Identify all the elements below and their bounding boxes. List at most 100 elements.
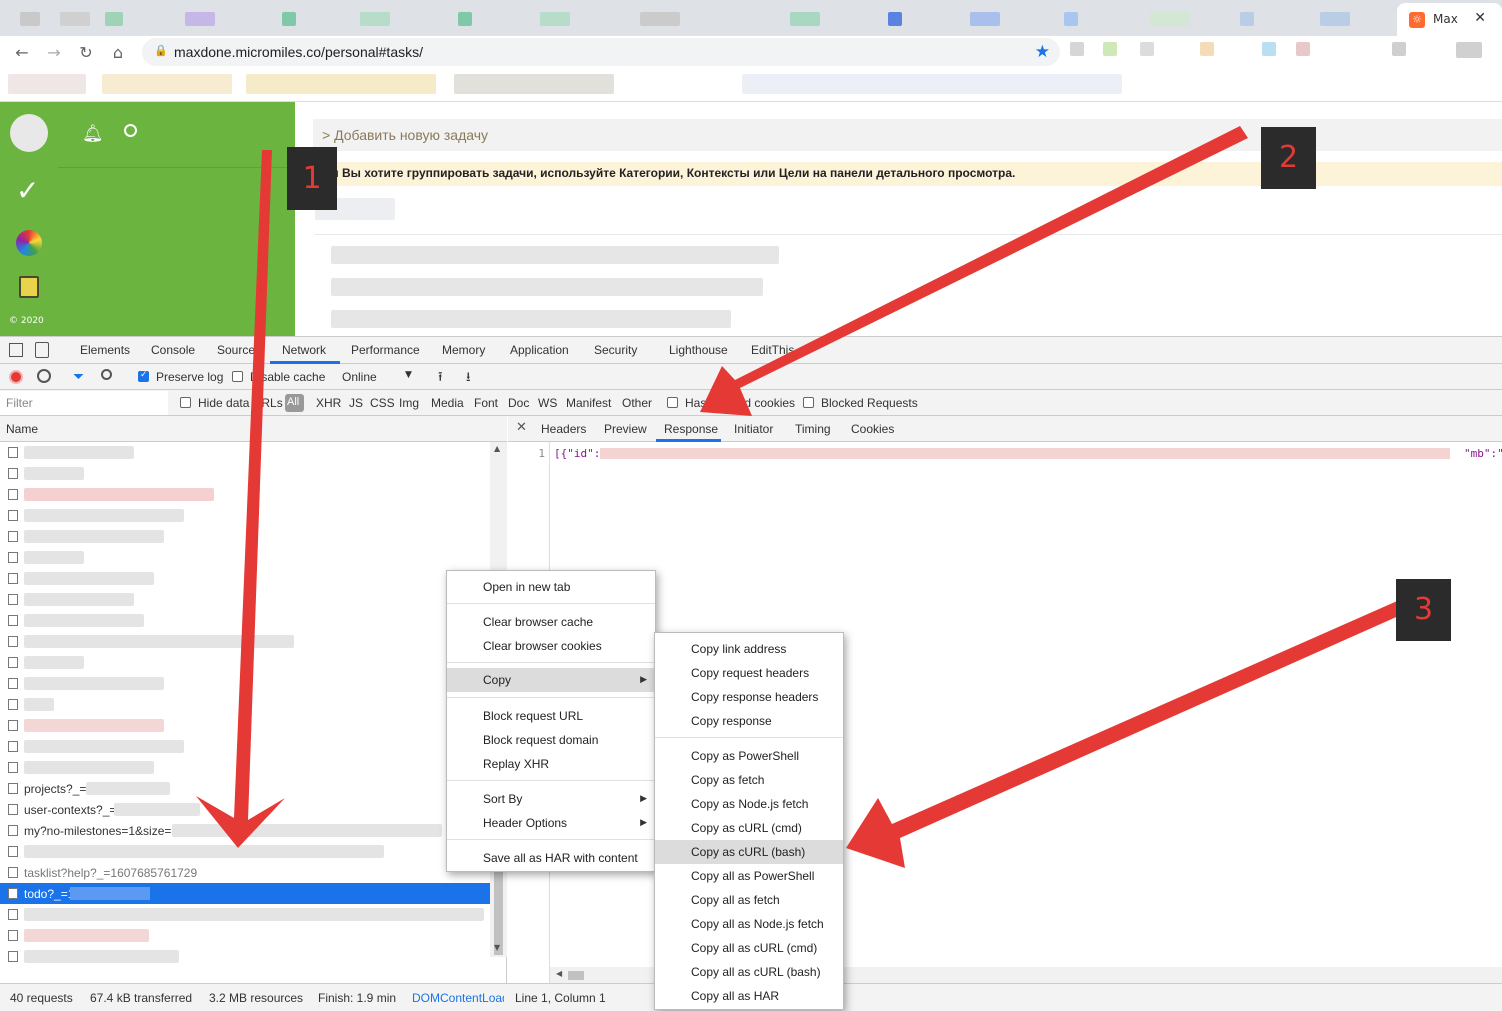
bookmark-item[interactable] [246,74,436,94]
bookmark-item[interactable] [102,74,232,94]
forward-icon[interactable]: → [43,42,65,64]
extension-icon[interactable] [1296,42,1310,56]
record-icon[interactable] [9,370,23,384]
back-icon[interactable]: ← [11,42,33,64]
inspect-element-icon[interactable] [9,343,23,357]
tab-security[interactable]: Security [594,343,637,357]
type-filter-img[interactable]: Img [399,396,419,410]
blurred-tab[interactable] [105,12,123,26]
user-avatar[interactable] [10,114,48,152]
reload-icon[interactable]: ↻ [75,42,97,64]
import-har-icon[interactable]: ⭱ [438,368,443,390]
search-icon[interactable] [101,369,112,380]
tab-headers[interactable]: Headers [541,422,586,436]
menu-block-request-url[interactable]: Block request URL [447,704,655,728]
task-item[interactable] [331,246,779,264]
search-icon[interactable] [124,124,137,137]
add-task-button[interactable]: > Добавить новую задачу [313,119,1502,151]
blurred-tab[interactable] [540,12,570,26]
blurred-tab[interactable] [282,12,296,26]
blurred-tab[interactable] [360,12,390,26]
extension-icon[interactable] [1103,42,1117,56]
type-filter-js[interactable]: JS [349,396,363,410]
blurred-tab[interactable] [970,12,1000,26]
menu-clear-browser-cookies[interactable]: Clear browser cookies [447,634,655,658]
scroll-down-icon[interactable]: ▼ [494,943,500,952]
tab-preview[interactable]: Preview [604,422,647,436]
menu-copy-response[interactable]: Copy response [655,709,843,733]
menu-copy-link-address[interactable]: Copy link address [655,637,843,661]
request-row[interactable] [0,925,490,946]
extension-icon[interactable] [1392,42,1406,56]
request-row[interactable] [0,610,490,631]
checkmark-icon[interactable]: ✓ [16,174,39,207]
request-row[interactable]: my?no-milestones=1&size= [0,820,490,841]
blurred-tab[interactable] [1150,12,1190,26]
tab-console[interactable]: Console [151,343,195,357]
tab-timing[interactable]: Timing [795,422,831,436]
response-code-line[interactable]: [{"id": [554,447,600,460]
menu-copy-all-as-curl-bash[interactable]: Copy all as cURL (bash) [655,960,843,984]
type-filter-ws[interactable]: WS [538,396,557,410]
menu-copy-all-as-curl-cmd[interactable]: Copy all as cURL (cmd) [655,936,843,960]
throttling-select[interactable]: Online [342,370,377,384]
tab-memory[interactable]: Memory [442,343,485,357]
request-row[interactable] [0,568,490,589]
request-row[interactable] [0,631,490,652]
tab-initiator[interactable]: Initiator [734,422,773,436]
blurred-tab[interactable] [1320,12,1350,26]
tab-cookies[interactable]: Cookies [851,422,894,436]
blocked-requests-checkbox[interactable] [803,397,814,408]
menu-copy-as-fetch[interactable]: Copy as fetch [655,768,843,792]
task-item[interactable] [331,278,763,296]
menu-block-request-domain[interactable]: Block request domain [447,728,655,752]
scrollbar-thumb[interactable] [568,971,584,980]
chevron-down-icon[interactable]: ▼ [405,370,412,380]
export-har-icon[interactable]: ⭳ [466,368,471,390]
request-row[interactable] [0,442,490,463]
address-bar[interactable]: 🔒 maxdone.micromiles.co/personal#tasks/ … [142,38,1060,66]
type-filter-css[interactable]: CSS [370,396,395,410]
bell-icon[interactable]: 🔔︎ [82,124,104,144]
menu-copy-all-as-powershell[interactable]: Copy all as PowerShell [655,864,843,888]
request-row[interactable] [0,904,490,925]
blurred-tab[interactable] [1240,12,1254,26]
request-row[interactable] [0,463,490,484]
tab-editthis[interactable]: EditThis [751,343,794,357]
url-text[interactable]: maxdone.micromiles.co/personal#tasks/ [174,44,423,60]
extension-icon[interactable] [1070,42,1084,56]
request-row[interactable] [0,652,490,673]
request-row[interactable]: user-contexts?_= [0,799,490,820]
close-tab-icon[interactable]: ✕ [1474,10,1486,26]
menu-header-options[interactable]: Header Options ▶ [447,811,655,835]
menu-copy-all-as-nodejs-fetch[interactable]: Copy all as Node.js fetch [655,912,843,936]
request-row[interactable] [0,673,490,694]
menu-copy-as-curl-cmd[interactable]: Copy as cURL (cmd) [655,816,843,840]
filter-icon[interactable]: ⏷ [73,369,84,385]
menu-replay-xhr[interactable]: Replay XHR [447,752,655,776]
request-row[interactable] [0,526,490,547]
preserve-log-checkbox[interactable] [138,370,149,382]
calendar-icon[interactable] [19,276,39,298]
hide-data-urls-checkbox[interactable] [180,397,191,408]
tab-elements[interactable]: Elements [80,343,130,357]
menu-copy-as-powershell[interactable]: Copy as PowerShell [655,744,843,768]
menu-clear-browser-cache[interactable]: Clear browser cache [447,610,655,634]
extension-icon[interactable] [1140,42,1154,56]
selected-request-row[interactable]: todo?_=1 [0,883,490,904]
blurred-tab[interactable] [458,12,472,26]
bookmark-item[interactable] [742,74,1122,94]
tab-sources[interactable]: Sources [217,343,261,357]
request-row[interactable] [0,757,490,778]
device-toolbar-icon[interactable] [35,342,49,358]
blurred-tab[interactable] [60,12,90,26]
task-item[interactable] [331,310,731,328]
home-icon[interactable]: ⌂ [107,42,129,64]
menu-save-all-as-har[interactable]: Save all as HAR with content [447,846,655,870]
active-browser-tab[interactable]: ☼ Max ✕ [1397,3,1502,36]
type-filter-xhr[interactable]: XHR [316,396,341,410]
close-icon[interactable]: ✕ [516,420,527,435]
menu-copy-request-headers[interactable]: Copy request headers [655,661,843,685]
has-blocked-cookies-checkbox[interactable] [667,397,678,408]
request-row[interactable] [0,547,490,568]
